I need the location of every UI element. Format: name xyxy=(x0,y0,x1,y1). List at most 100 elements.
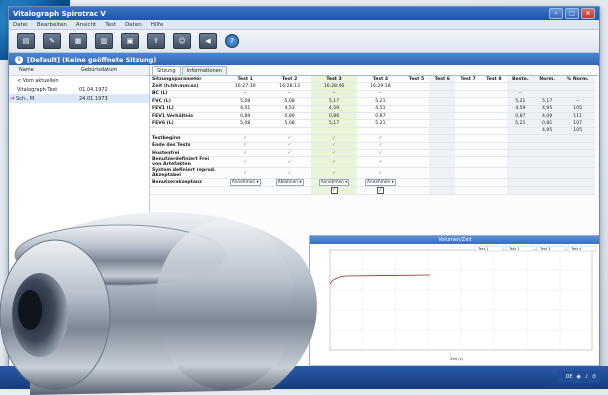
table-cell xyxy=(268,127,311,136)
new-session-icon[interactable]: ▤ xyxy=(17,33,35,49)
parameter-label xyxy=(150,127,222,136)
volume-time-chart: Volumen/Zeit Test 1 Test 2 Test 3 Test 4… xyxy=(309,235,599,367)
acceptance-select[interactable]: Ablehnen ▾ xyxy=(275,179,304,187)
table-cell: -- xyxy=(506,90,534,99)
table-cell: 5,08 xyxy=(268,97,311,106)
close-button[interactable]: × xyxy=(581,8,595,19)
acceptance-select[interactable]: Annehmen ▾ xyxy=(318,179,350,187)
table-row: 4,95 105 xyxy=(150,127,595,136)
table-cell xyxy=(403,156,430,169)
menu-bearbeiten[interactable]: Bearbeiten xyxy=(37,22,67,28)
taskbar: DE ◉ ♪ ⏱ xyxy=(0,366,608,389)
table-cell xyxy=(533,82,561,91)
table-cell xyxy=(480,97,507,106)
edit-icon[interactable]: ✎ xyxy=(43,33,61,49)
info-icon: i xyxy=(15,55,23,64)
criterion-label: Benutzerdefiniert Frei von Artefakten xyxy=(150,156,222,169)
table-cell: 16:29:18 xyxy=(357,82,404,91)
tab-informationen[interactable]: Informationen xyxy=(181,66,227,75)
table-cell: -- xyxy=(268,90,311,99)
results-table: Sitzungsparameter Test 1 Test 2 Test 3 T… xyxy=(150,76,595,196)
table-cell: 4,59 xyxy=(506,105,534,113)
acceptance-row: Benutzerakzeptanz Annehmen ▾ Ablehnen ▾ … xyxy=(150,178,595,188)
table-cell: 4,51 xyxy=(357,105,404,113)
volume-icon[interactable]: ♪ xyxy=(585,374,588,380)
header-cell: Norm. xyxy=(533,76,561,84)
menu-hilfe[interactable]: Hilfe xyxy=(151,22,164,28)
table-cell xyxy=(455,82,481,91)
parameter-label: FEV1 Verhältnis xyxy=(150,112,222,121)
legend-test2: Test 2 xyxy=(508,247,520,251)
back-icon[interactable]: ◀ xyxy=(199,33,217,49)
help-icon[interactable]: ? xyxy=(225,34,239,48)
check-mark-icon: ✓ xyxy=(268,156,311,169)
table-cell xyxy=(403,127,430,136)
patient-row[interactable]: Vitalograph Test 01.04.1972 xyxy=(9,85,149,94)
criterion-label: System definiert reprod. Akzeptabel xyxy=(150,167,222,180)
menu-daten[interactable]: Daten xyxy=(125,22,142,28)
network-icon[interactable]: ◉ xyxy=(577,374,581,380)
table-cell xyxy=(455,156,481,169)
check-mark-icon: ✓ xyxy=(310,167,358,180)
best-checkbox-row: ✓ ✓ xyxy=(150,186,595,196)
patient-row[interactable]: < Vom aktuellen xyxy=(9,76,149,85)
menu-datei[interactable]: Datei xyxy=(13,22,28,28)
tab-strip: Sitzung Informationen xyxy=(150,65,598,76)
table-cell: -- xyxy=(357,90,404,99)
patient-dob: 24.01.1973 xyxy=(79,95,108,102)
table-cell xyxy=(429,82,456,91)
check-mark-icon: ✓ xyxy=(357,167,404,180)
patient-row-selected[interactable]: ➔Sch., M. 24.01.1973 xyxy=(9,94,149,103)
table-cell: 0,86 xyxy=(310,112,358,121)
table-cell: -- xyxy=(560,97,595,106)
clock-icon[interactable]: ⏱ xyxy=(592,374,596,380)
column-dob[interactable]: Geburtsdatum xyxy=(71,67,117,73)
patient-list-header: Name Geburtsdatum xyxy=(9,65,149,76)
export-icon[interactable]: ⇪ xyxy=(147,33,165,49)
acceptance-select[interactable]: Annehmen ▾ xyxy=(364,179,396,187)
table-cell xyxy=(455,97,481,106)
check-row: Hustenfrei ✓ ✓ ✓ ✓ xyxy=(150,149,595,158)
menu-test[interactable]: Test xyxy=(105,22,116,28)
table-cell: 16:28:46 xyxy=(310,82,358,91)
header-cell: Sitzungsparameter xyxy=(150,76,222,84)
maximize-button[interactable]: □ xyxy=(565,8,579,19)
table-cell xyxy=(455,90,481,99)
report-icon[interactable]: ▥ xyxy=(95,33,113,49)
language-indicator[interactable]: DE xyxy=(566,374,573,380)
session-label: [Default] (Keine geöffnete Sitzung) xyxy=(27,55,157,64)
minimize-button[interactable]: – xyxy=(549,8,563,19)
patient-dob: 01.04.1972 xyxy=(79,86,108,93)
table-cell xyxy=(480,142,507,150)
table-cell xyxy=(533,90,561,99)
check-mark-icon: ✓ xyxy=(310,156,358,169)
table-cell xyxy=(560,142,595,150)
person-icon[interactable]: ☺ xyxy=(173,33,191,49)
table-cell xyxy=(506,142,534,150)
table-cell xyxy=(429,156,456,169)
table-cell xyxy=(429,134,456,143)
table-cell xyxy=(429,127,456,136)
table-cell: 4,53 xyxy=(268,105,311,113)
header-cell: Test 4 xyxy=(357,76,404,84)
print-icon[interactable]: ▦ xyxy=(69,33,87,49)
table-cell xyxy=(403,142,430,150)
column-name[interactable]: Name xyxy=(9,67,71,73)
tab-sitzung[interactable]: Sitzung xyxy=(152,66,181,75)
lock-icon[interactable]: ▣ xyxy=(121,33,139,49)
table-cell xyxy=(455,142,481,150)
patient-name: Vitalograph Test xyxy=(17,86,58,93)
best-test-checkbox[interactable]: ✓ xyxy=(376,187,384,195)
table-cell: 105 xyxy=(560,127,595,136)
table-cell xyxy=(506,167,534,180)
table-cell: 5,21 xyxy=(506,97,534,106)
acceptance-select[interactable]: Annehmen ▾ xyxy=(229,179,261,187)
criterion-label: Ende des Tests xyxy=(150,142,222,150)
check-mark-icon: ✓ xyxy=(310,134,358,143)
table-cell xyxy=(480,112,507,121)
parameter-label: Zeit (h:hh:mm:ss) xyxy=(150,82,222,91)
check-mark-icon: ✓ xyxy=(222,142,269,150)
table-cell xyxy=(429,90,456,99)
menu-ansicht[interactable]: Ansicht xyxy=(76,22,96,28)
best-test-checkbox[interactable]: ✓ xyxy=(330,187,338,195)
